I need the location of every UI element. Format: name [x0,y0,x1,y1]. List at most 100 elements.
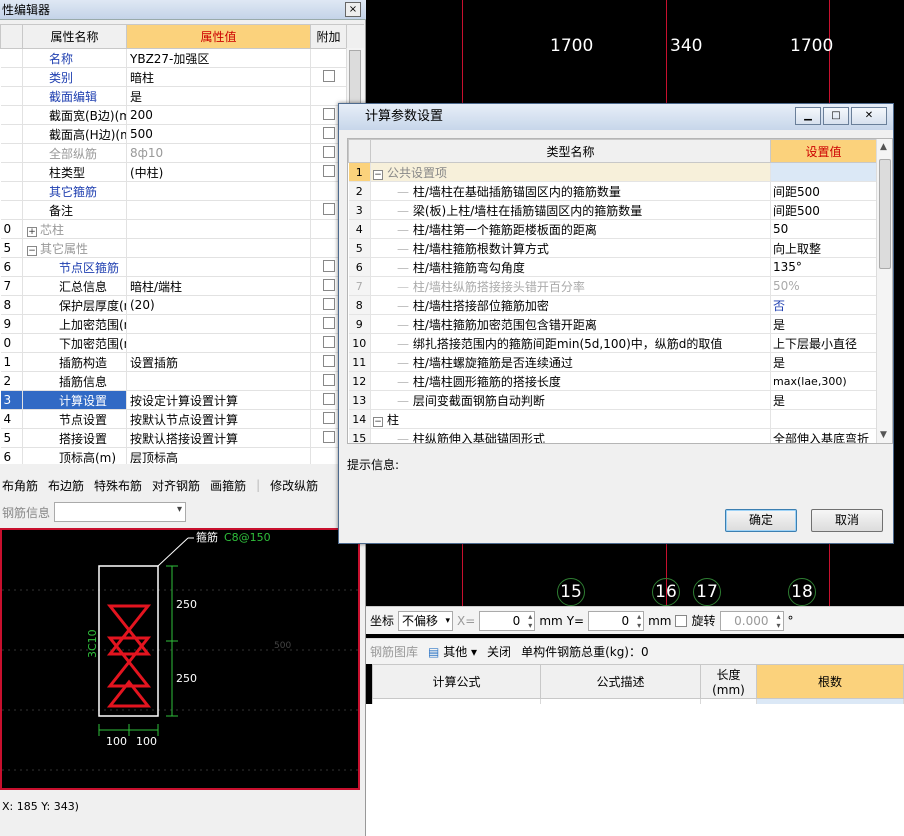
parameter-row[interactable]: 5— 柱/墙柱箍筋根数计算方式 向上取整 [348,238,877,258]
y-input[interactable]: 0 [588,610,645,631]
add-checkbox[interactable] [322,430,335,443]
offset-mode-select[interactable]: 不偏移 ▾ [398,610,454,631]
group-row[interactable]: 14− 柱 [348,409,877,429]
column-header[interactable]: 长度(mm) [700,664,757,699]
scrollbar-thumb[interactable] [879,159,891,269]
column-header [0,24,23,49]
column-header[interactable]: 属性名称 [22,24,127,49]
parameter-row[interactable]: 10— 绑扎搭接范围内的箍筋间距min(5d,100)中，纵筋d的取值 上下层最小… [348,333,877,353]
add-checkbox[interactable] [322,202,335,215]
column-header[interactable]: 附加 [310,24,347,49]
add-checkbox[interactable] [322,392,335,405]
property-row[interactable]: 备注 [0,200,364,220]
property-row[interactable]: 8保护层厚度(mm)(20) [0,295,364,315]
rebar-library-button[interactable]: 钢筋图库 [370,643,418,660]
add-checkbox[interactable] [322,164,335,177]
draw-stirrup-button[interactable]: 画箍筋 [210,477,246,494]
add-checkbox[interactable] [322,316,335,329]
vertical-scrollbar[interactable]: ▲ ▼ [876,139,892,443]
expand-icon[interactable]: + [27,226,37,237]
add-checkbox[interactable] [322,126,335,139]
status-bar: X: 185 Y: 343) [2,800,79,813]
scroll-down-icon[interactable]: ▼ [880,430,887,440]
property-row[interactable]: 截面编辑是 [0,86,364,106]
group-row[interactable]: 1− 公共设置项 [348,162,877,182]
parameter-row[interactable]: 11— 柱/墙柱螺旋箍筋是否连续通过是 [348,352,877,372]
parameter-row[interactable]: 12— 柱/墙柱圆形箍筋的搭接长度 max(lae,300) [348,371,877,391]
property-row[interactable]: 6 顶标高(m) 层顶标高 [0,447,364,464]
column-header[interactable]: 设置值 [770,139,877,163]
collapse-icon[interactable]: − [373,169,383,180]
property-row[interactable]: 全部纵筋 8ф10 [0,143,364,163]
close-icon[interactable]: ✕ [851,107,887,125]
corner-rebar-button[interactable]: 布角筋 [2,477,38,494]
y-label: Y= [566,613,585,628]
special-rebar-button[interactable]: 特殊布筋 [94,477,142,494]
parameter-row[interactable]: 4— 柱/墙柱第一个箍筋距楼板面的距离 50 [348,219,877,239]
x-input[interactable]: 0 [479,610,536,631]
add-checkbox[interactable] [322,69,335,82]
close-button[interactable]: 关闭 [487,643,511,660]
rotate-input[interactable]: 0.000 [719,610,784,631]
parameter-row[interactable]: 13— 层间变截面钢筋自动判断是 [348,390,877,410]
chevron-down-icon: ▾ [445,615,451,626]
collapse-icon[interactable]: − [27,245,37,256]
close-icon[interactable]: × [345,2,361,17]
property-row[interactable]: 5 搭接设置 按默认搭接设置计算 [0,428,364,448]
property-row[interactable]: 柱类型 (中柱) [0,162,364,182]
parameter-row[interactable]: 6— 柱/墙柱箍筋弯勾角度 135° [348,257,877,277]
add-checkbox[interactable] [322,278,335,291]
property-row[interactable]: 5− 其它属性 [0,238,364,258]
parameter-row[interactable]: 7— 柱/墙柱纵筋搭接接头错开百分率 50% [348,276,877,296]
section-view[interactable]: 箍筋 C8@150 250 250 100 100 3C10 500 [0,528,360,790]
parameter-row[interactable]: 3— 梁(板)上柱/墙柱在插筋锚固区内的箍筋数量 间距500 [348,200,877,220]
collapse-icon[interactable]: − [373,416,383,427]
parameter-row[interactable]: 8— 柱/墙柱搭接部位箍筋加密否 [348,295,877,315]
add-checkbox[interactable] [322,411,335,424]
maximize-icon[interactable]: □ [823,107,849,125]
cancel-button[interactable]: 取消 [811,509,883,532]
add-checkbox[interactable] [322,354,335,367]
dimension-text: 1700 [550,36,594,56]
other-menu-button[interactable]: ▤ 其他 ▾ [428,643,477,660]
rotate-checkbox[interactable] [675,614,688,627]
property-row[interactable]: 0下加密范围(mm) [0,333,364,353]
column-header[interactable]: 根数 [756,664,904,699]
property-row[interactable]: 6 节点区箍筋 [0,257,364,277]
column-header[interactable]: 计算公式 [372,664,541,699]
scroll-up-icon[interactable]: ▲ [880,142,887,152]
parameter-row[interactable]: 2— 柱/墙柱在基础插筋锚固区内的箍筋数量 间距500 [348,181,877,201]
align-rebar-button[interactable]: 对齐钢筋 [152,477,200,494]
property-row[interactable]: 2 插筋信息 [0,371,364,391]
add-checkbox[interactable] [322,297,335,310]
edge-rebar-button[interactable]: 布边筋 [48,477,84,494]
add-checkbox[interactable] [322,107,335,120]
property-row[interactable]: 4 节点设置 按默认节点设置计算 [0,409,364,429]
property-row[interactable]: 0 + 芯柱 [0,219,364,239]
minimize-icon[interactable]: ▁ [795,107,821,125]
property-row[interactable]: 其它箍筋 [0,181,364,201]
property-row[interactable]: 类别 暗柱 [0,67,364,87]
property-row[interactable]: 9上加密范围(mm) [0,314,364,334]
x-unit: mm [539,613,563,628]
column-header[interactable]: 公式描述 [540,664,701,699]
modify-longitudinal-button[interactable]: 修改纵筋 [270,477,318,494]
property-row[interactable]: 截面高(H边)(mm)500 [0,124,364,144]
property-row-selected[interactable]: 3 计算设置 按设定计算设置计算 [0,390,364,410]
property-row[interactable]: 7 汇总信息 暗柱/端柱 [0,276,364,296]
column-header[interactable]: 属性值 [126,24,311,49]
property-row[interactable]: 名称 YBZ27-加强区 [0,48,364,68]
column-header[interactable]: 类型名称 [370,139,771,163]
ok-button[interactable]: 确定 [725,509,797,532]
add-checkbox[interactable] [322,259,335,272]
add-checkbox[interactable] [322,145,335,158]
add-checkbox[interactable] [322,373,335,386]
column-section-svg: 箍筋 C8@150 250 250 100 100 3C10 500 [2,530,358,771]
rebar-info-select[interactable] [54,502,187,522]
property-row[interactable]: 1 插筋构造 设置插筋 [0,352,364,372]
scrollbar-thumb[interactable] [349,50,361,110]
add-checkbox[interactable] [322,335,335,348]
parameter-row[interactable]: 15— 柱纵筋伸入基础锚固形式 全部伸入基底弯折 [348,428,877,443]
property-row[interactable]: 截面宽(B边)(mm)200 [0,105,364,125]
parameter-row[interactable]: 9— 柱/墙柱箍筋加密范围包含错开距离是 [348,314,877,334]
